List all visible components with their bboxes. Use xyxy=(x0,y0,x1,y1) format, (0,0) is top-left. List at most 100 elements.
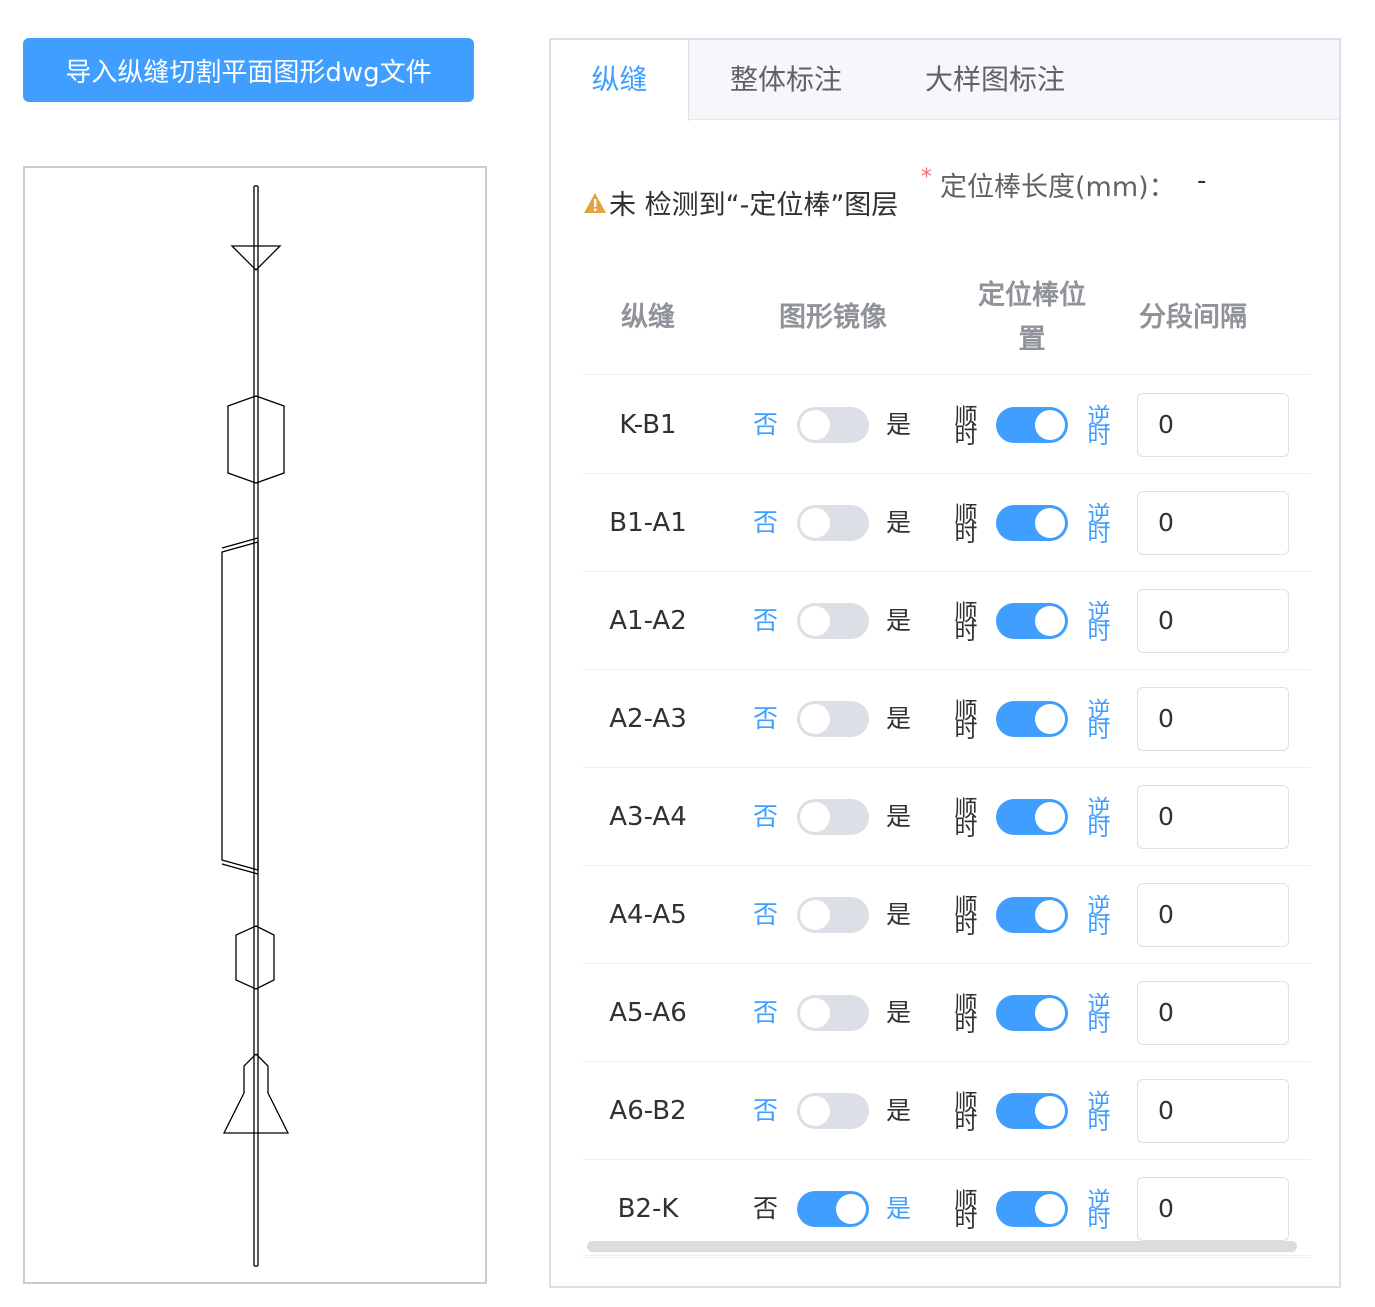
seam-name: B1-A1 xyxy=(609,508,687,538)
interval-input[interactable]: 0 xyxy=(1137,393,1289,457)
counterclockwise-label[interactable]: 逆时 xyxy=(1086,1092,1112,1134)
seam-name: K-B1 xyxy=(619,410,677,440)
clockwise-label[interactable]: 顺时 xyxy=(953,700,979,742)
mirror-switch[interactable] xyxy=(797,603,869,639)
header-mirror: 图形镜像 xyxy=(779,302,887,333)
rod-direction-switch[interactable] xyxy=(996,505,1068,541)
seam-name: A3-A4 xyxy=(609,802,687,832)
warning-text: 未 检测到“-定位棒”图层 xyxy=(609,190,899,221)
switch-knob xyxy=(800,508,830,538)
switch-knob xyxy=(800,900,830,930)
mirror-on-label[interactable]: 是 xyxy=(886,964,911,1062)
clockwise-label[interactable]: 顺时 xyxy=(953,504,979,546)
mirror-switch[interactable] xyxy=(797,701,869,737)
switch-knob xyxy=(1035,410,1065,440)
interval-input[interactable]: 0 xyxy=(1137,491,1289,555)
mirror-switch[interactable] xyxy=(797,505,869,541)
clockwise-label[interactable]: 顺时 xyxy=(953,798,979,840)
mirror-off-label[interactable]: 否 xyxy=(753,376,778,474)
switch-knob xyxy=(800,1096,830,1126)
clockwise-label[interactable]: 顺时 xyxy=(953,994,979,1036)
switch-knob xyxy=(800,410,830,440)
table-row: A5-A6 否 是顺时 逆时 0 xyxy=(583,964,1311,1062)
mirror-on-label[interactable]: 是 xyxy=(886,866,911,964)
mirror-on-label[interactable]: 是 xyxy=(886,474,911,572)
clockwise-label[interactable]: 顺时 xyxy=(953,1092,979,1134)
mirror-on-label[interactable]: 是 xyxy=(886,572,911,670)
tab-longitudinal-seam[interactable]: 纵缝 xyxy=(551,40,689,121)
counterclockwise-label[interactable]: 逆时 xyxy=(1086,602,1112,644)
counterclockwise-label[interactable]: 逆时 xyxy=(1086,504,1112,546)
mirror-switch[interactable] xyxy=(797,407,869,443)
switch-knob xyxy=(800,606,830,636)
rod-direction-switch[interactable] xyxy=(996,995,1068,1031)
interval-input[interactable]: 0 xyxy=(1137,1079,1289,1143)
mirror-on-label[interactable]: 是 xyxy=(886,1062,911,1160)
interval-input[interactable]: 0 xyxy=(1137,589,1289,653)
rod-direction-switch[interactable] xyxy=(996,1191,1068,1227)
drawing-preview xyxy=(23,166,487,1284)
mirror-off-label[interactable]: 否 xyxy=(753,670,778,768)
switch-knob xyxy=(1035,998,1065,1028)
interval-input[interactable]: 0 xyxy=(1137,1177,1289,1241)
mirror-on-label[interactable]: 是 xyxy=(886,670,911,768)
switch-knob xyxy=(800,704,830,734)
required-mark: * xyxy=(921,165,932,190)
header-interval: 分段间隔 xyxy=(1139,302,1247,333)
tab-detail-annotation[interactable]: 大样图标注 xyxy=(901,40,1089,120)
counterclockwise-label[interactable]: 逆时 xyxy=(1086,994,1112,1036)
mirror-switch[interactable] xyxy=(797,897,869,933)
mirror-off-label[interactable]: 否 xyxy=(753,866,778,964)
counterclockwise-label[interactable]: 逆时 xyxy=(1086,798,1112,840)
header-rod-position: 定位棒位置 xyxy=(978,280,1086,355)
switch-knob xyxy=(1035,704,1065,734)
switch-knob xyxy=(1035,508,1065,538)
rod-direction-switch[interactable] xyxy=(996,701,1068,737)
rod-direction-switch[interactable] xyxy=(996,799,1068,835)
rod-direction-switch[interactable] xyxy=(996,1093,1068,1129)
rod-length-value: - xyxy=(1197,166,1207,196)
seam-drawing xyxy=(221,185,290,1267)
horizontal-scrollbar[interactable] xyxy=(587,1241,1297,1252)
counterclockwise-label[interactable]: 逆时 xyxy=(1086,1190,1112,1232)
settings-panel: 纵缝 整体标注 大样图标注 未 检测到“-定位棒”图层 * 定位棒长度(mm)： … xyxy=(549,38,1341,1288)
seam-name: A5-A6 xyxy=(609,998,687,1028)
interval-input[interactable]: 0 xyxy=(1137,785,1289,849)
import-dwg-button[interactable]: 导入纵缝切割平面图形dwg文件 xyxy=(23,38,474,102)
rod-direction-switch[interactable] xyxy=(996,897,1068,933)
counterclockwise-label[interactable]: 逆时 xyxy=(1086,406,1112,448)
mirror-off-label[interactable]: 否 xyxy=(753,1062,778,1160)
seam-name: A4-A5 xyxy=(609,900,687,930)
counterclockwise-label[interactable]: 逆时 xyxy=(1086,700,1112,742)
rod-direction-switch[interactable] xyxy=(996,407,1068,443)
mirror-off-label[interactable]: 否 xyxy=(753,474,778,572)
seam-name: A2-A3 xyxy=(609,704,687,734)
table-row: K-B1 否 是顺时 逆时 0 xyxy=(583,376,1311,474)
tab-overall-annotation[interactable]: 整体标注 xyxy=(701,40,871,120)
interval-input[interactable]: 0 xyxy=(1137,981,1289,1045)
interval-input[interactable]: 0 xyxy=(1137,687,1289,751)
mirror-off-label[interactable]: 否 xyxy=(753,964,778,1062)
mirror-off-label[interactable]: 否 xyxy=(753,768,778,866)
mirror-switch[interactable] xyxy=(797,995,869,1031)
clockwise-label[interactable]: 顺时 xyxy=(953,602,979,644)
clockwise-label[interactable]: 顺时 xyxy=(953,1190,979,1232)
switch-knob xyxy=(836,1194,866,1224)
clockwise-label[interactable]: 顺时 xyxy=(953,406,979,448)
counterclockwise-label[interactable]: 逆时 xyxy=(1086,896,1112,938)
table-row: B1-A1 否 是顺时 逆时 0 xyxy=(583,474,1311,572)
table-bottom-border xyxy=(583,1255,1311,1256)
mirror-on-label[interactable]: 是 xyxy=(886,768,911,866)
clockwise-label[interactable]: 顺时 xyxy=(953,896,979,938)
layer-warning: 未 检测到“-定位棒”图层 xyxy=(583,183,898,222)
mirror-off-label[interactable]: 否 xyxy=(753,572,778,670)
interval-input[interactable]: 0 xyxy=(1137,883,1289,947)
rod-direction-switch[interactable] xyxy=(996,603,1068,639)
mirror-on-label[interactable]: 是 xyxy=(886,376,911,474)
table-row: A6-B2 否 是顺时 逆时 0 xyxy=(583,1062,1311,1160)
tab-bar: 纵缝 整体标注 大样图标注 xyxy=(551,40,1339,121)
mirror-switch[interactable] xyxy=(797,1191,869,1227)
mirror-switch[interactable] xyxy=(797,799,869,835)
switch-knob xyxy=(1035,1096,1065,1126)
mirror-switch[interactable] xyxy=(797,1093,869,1129)
